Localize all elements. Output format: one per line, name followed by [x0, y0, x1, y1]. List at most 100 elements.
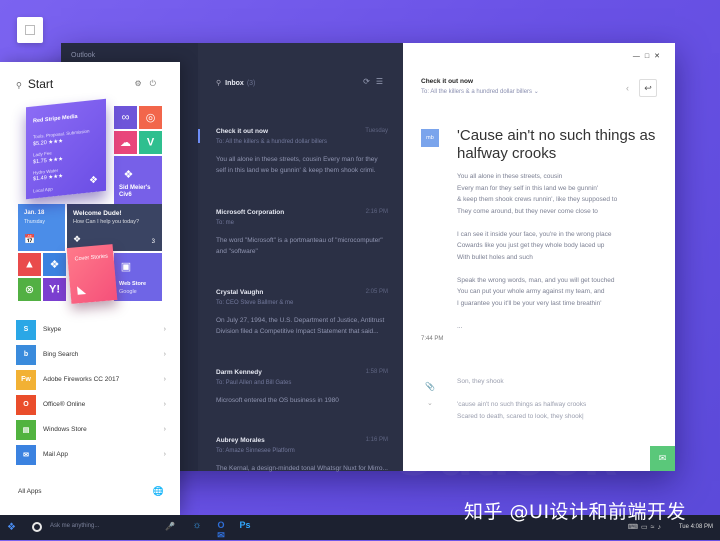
desktop-icon[interactable] — [17, 17, 43, 43]
app-item-windows-store[interactable]: ▤ Windows Store › — [16, 417, 166, 442]
message-date: Tuesday — [365, 128, 388, 134]
search-icon[interactable]: ⚲ — [16, 81, 22, 90]
store-icon: ▤ — [16, 419, 36, 440]
start-header-actions: ⚙⏻ — [135, 79, 165, 89]
globe-icon[interactable]: 🌐 — [153, 486, 164, 497]
clock[interactable]: Tue 4:08 PM — [679, 524, 713, 530]
chevron-right-icon: › — [163, 401, 166, 408]
reading-body-line: Cowards like you just get they whole bod… — [457, 242, 605, 249]
all-apps-link[interactable]: All Apps — [18, 488, 42, 495]
tile-red-stripe-media[interactable]: Red Stripe Media Tools. Proposal. Submis… — [26, 98, 106, 200]
message-sender: Check it out now — [216, 128, 268, 135]
maximize-icon[interactable]: □ — [645, 53, 654, 60]
tile-welcome[interactable]: Welcome Dude! How Can I help you today? … — [67, 204, 162, 251]
outlook-icon[interactable]: O✉ — [214, 520, 228, 541]
app-item-office[interactable]: O Office® Online › — [16, 392, 166, 417]
app-name: Mail App — [43, 451, 68, 458]
reply-line: 'cause ain't no such things as halfway c… — [457, 401, 587, 408]
photoshop-icon[interactable]: Ps — [238, 520, 252, 541]
reply-editor[interactable]: Son, they shook 'cause ain't no such thi… — [457, 376, 657, 422]
calendar-day: Thursday — [24, 219, 45, 225]
app-list: S Skype › b Bing Search › Fw Adobe Fireworks … — [16, 317, 166, 467]
tile-civ6[interactable]: ❖ Sid Meier's Civ6 — [114, 156, 162, 204]
system-tray: ⌨▭≈♪ — [628, 523, 664, 531]
tile-xbox[interactable]: ⊗ — [18, 278, 41, 301]
windows-start-icon[interactable]: ❖ — [7, 522, 16, 533]
reply-button[interactable]: ↩ — [639, 79, 657, 97]
chevron-down-icon: ⌄ — [533, 89, 539, 95]
tile-yahoo[interactable]: Y! — [43, 278, 66, 301]
app-name: Adobe Fireworks CC 2017 — [43, 376, 120, 383]
taskbar-search[interactable]: Ask me anything... — [50, 523, 99, 529]
inbox-title: Inbox — [225, 80, 244, 87]
tile-visual-studio[interactable]: ∞ — [114, 106, 137, 129]
tile-drive[interactable]: ▲ — [18, 253, 41, 276]
app-item-mail[interactable]: ✉ Mail App › — [16, 442, 166, 467]
attach-icon[interactable]: 📎 — [425, 382, 435, 391]
tile-cloud[interactable]: ☁ — [114, 131, 137, 154]
message-recipients: To: Amaze Sinnesee Platform — [216, 448, 295, 454]
send-button[interactable]: ✉ — [650, 446, 675, 471]
app-item-fireworks[interactable]: Fw Adobe Fireworks CC 2017 › — [16, 367, 166, 392]
power-icon[interactable]: ⏻ — [150, 79, 164, 88]
battery-icon[interactable]: ▭ — [641, 524, 651, 531]
message-recipients: To: CEO Steve Ballmer & me — [216, 300, 294, 306]
card-score: $1.75 — [33, 158, 47, 166]
message-item[interactable]: Crystal Vaughn 2:05 PM To: CEO Steve Bal… — [216, 289, 388, 337]
reply-icon: ↩ — [644, 83, 652, 93]
tile-twitter[interactable]: ❖ — [43, 253, 66, 276]
app-item-bing[interactable]: b Bing Search › — [16, 342, 166, 367]
tile-web-store[interactable]: ▣ Web Store Google — [114, 253, 162, 301]
tile-vine[interactable]: V — [139, 131, 162, 154]
close-icon[interactable]: ✕ — [654, 53, 665, 60]
message-item[interactable]: Aubrey Morales 1:16 PM To: Amaze Sinnese… — [216, 437, 388, 474]
message-item[interactable]: Darm Kennedy 1:58 PM To: Paul Allen and … — [216, 369, 388, 406]
reading-time: 7:44 PM — [421, 336, 444, 342]
settings-icon[interactable]: ⚙ — [135, 79, 150, 88]
bing-icon: b — [16, 344, 36, 365]
app-item-skype[interactable]: S Skype › — [16, 317, 166, 342]
microphone-icon[interactable]: 🎤 — [165, 522, 175, 531]
message-item[interactable]: Check it out now Tuesday To: All the kil… — [216, 128, 388, 176]
expand-icon[interactable]: ⌄ — [427, 399, 433, 407]
reading-body-line: I guarantee you it'll be your very last … — [457, 299, 602, 307]
message-sender: Darm Kennedy — [216, 369, 262, 376]
keyboard-icon[interactable]: ⌨ — [628, 524, 641, 531]
message-recipients: To: All the killers & a hundred dollar b… — [216, 139, 328, 145]
taskbar-apps: ☼ O✉ Ps — [190, 520, 252, 541]
cloud-icon: ☁ — [120, 136, 131, 149]
tile-app[interactable]: ◎ — [139, 106, 162, 129]
reading-recipients[interactable]: To: All the killers & a hundred dollar b… — [421, 88, 539, 95]
message-recipients: To: me — [216, 220, 235, 226]
wifi-icon[interactable]: ≈ — [651, 524, 658, 531]
cortana-icon[interactable] — [32, 522, 42, 532]
message-preview: Microsoft entered the OS business in 198… — [216, 397, 339, 404]
app-name: Office® Online — [43, 401, 86, 408]
message-preview: On July 27, 1994, the U.S. Department of… — [216, 317, 385, 335]
tile-calendar[interactable]: Jan. 18 Thursday 📅 — [18, 204, 65, 251]
message-sender: Crystal Vaughn — [216, 289, 264, 296]
card-line-score: $1.75 ★★★ — [33, 156, 63, 165]
sync-icon[interactable]: ⟳ — [363, 77, 376, 86]
reading-body-line: Speak the wrong words, man, and you will… — [457, 276, 615, 284]
app-icon: ◎ — [145, 111, 156, 124]
chevron-right-icon: › — [163, 426, 166, 433]
windows-icon: ❖ — [123, 169, 134, 182]
edge-icon[interactable]: ☼ — [190, 520, 204, 541]
drive-icon: ▲ — [24, 257, 35, 270]
window-title: Outlook — [71, 52, 96, 59]
message-item[interactable]: Microsoft Corporation 2:16 PM To: me The… — [216, 209, 388, 257]
filter-icon[interactable]: ☰ — [376, 77, 389, 86]
flipboard-icon: ◣ — [76, 283, 87, 297]
app-name: Bing Search — [43, 351, 79, 358]
reading-pane: —□✕ Check it out now To: All the killers… — [403, 43, 675, 471]
reading-body-line — [457, 217, 657, 229]
star-rating: ★★★ — [48, 156, 64, 164]
minimize-icon[interactable]: — — [633, 53, 645, 60]
prev-message-icon[interactable]: ‹ — [626, 83, 629, 93]
calendar-icon: 📅 — [24, 234, 36, 244]
card-score: $5.20 — [33, 140, 47, 148]
volume-icon[interactable]: ♪ — [658, 524, 665, 531]
tile-cover-stories[interactable]: Cover Stories ◣ — [66, 244, 118, 304]
search-icon[interactable]: ⚲ — [216, 80, 221, 87]
